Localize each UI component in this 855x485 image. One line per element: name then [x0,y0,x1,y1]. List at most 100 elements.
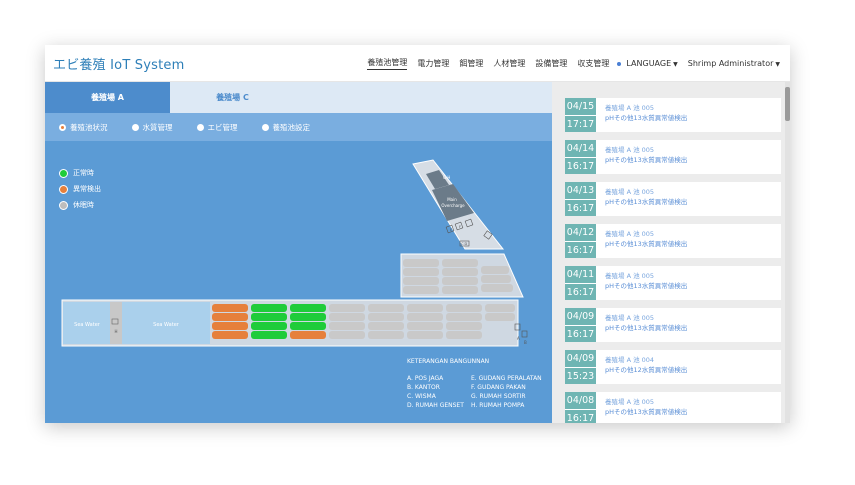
pond[interactable] [251,313,287,321]
alert-date: 04/13 [565,182,596,200]
map-label: B [524,340,527,345]
alert-message: pHその他13水質異常値検出 [605,282,688,290]
alert-card[interactable]: 04/08 16:17 養殖場 A 池 005 pHその他13水質異常値検出 [565,392,781,423]
pond[interactable] [212,313,248,321]
main-nav: 養殖池管理 電力管理 餌管理 人材管理 設備管理 収支管理 LANGUAGE ▼ … [357,57,780,70]
pond[interactable] [290,331,326,339]
alert-time: 16:17 [566,161,595,172]
alert-card[interactable]: 04/14 16:17 養殖場 A 池 005 pHその他13水質異常値検出 [565,140,781,174]
pond[interactable] [442,277,478,285]
app-title[interactable]: エビ養殖 IoT System [53,54,184,73]
alert-date: 04/09 [565,350,596,368]
pond[interactable] [329,304,365,312]
pond[interactable] [251,331,287,339]
alert-source: 養殖場 A 池 005 [605,314,655,322]
alert-feed-panel: 04/15 17:17 養殖場 A 池 005 pHその他13水質異常値検出 04/… [552,82,790,423]
pond[interactable] [403,277,439,285]
pond[interactable] [368,331,404,339]
alert-time: 16:17 [566,329,595,340]
alert-body: 養殖場 A 池 004 pHその他12水質異常値検出 [596,350,687,384]
pond[interactable] [329,322,365,330]
map-label: G H [443,175,450,180]
alert-timestamp: 04/14 16:17 [565,140,596,174]
map-label: E [450,228,452,232]
pond[interactable] [407,304,443,312]
pond[interactable] [442,268,478,276]
alert-time: 16:17 [566,245,595,256]
alert-body: 養殖場 A 池 005 pHその他13水質異常値検出 [596,224,687,258]
pond[interactable] [403,286,439,294]
alert-body: 養殖場 A 池 005 pHその他13水質異常値検出 [596,308,687,342]
alert-body: 養殖場 A 池 005 pHその他13水質異常値検出 [596,140,687,174]
alert-timestamp: 04/13 16:17 [565,182,596,216]
alert-time: 15:23 [566,371,595,382]
alert-card[interactable]: 04/12 16:17 養殖場 A 池 005 pHその他13水質異常値検出 [565,224,781,258]
alert-body: 養殖場 A 池 005 pHその他13水質異常値検出 [596,182,687,216]
pond[interactable] [212,322,248,330]
feed-scrollbar[interactable] [785,82,790,423]
pond[interactable] [251,304,287,312]
pump-house-label: H [114,329,117,334]
alert-card[interactable]: 04/09 16:17 養殖場 A 池 005 pHその他13水質異常値検出 [565,308,781,342]
main-overcharge-label: Overcharge [441,203,465,208]
building-legend-title: KETERANGAN BANGUNNAN [407,358,490,365]
language-dropdown[interactable]: LANGUAGE ▼ [626,59,677,68]
pond[interactable] [442,286,478,294]
building-item: C. WISMA [407,393,436,400]
pond[interactable] [329,331,365,339]
pond[interactable] [251,322,287,330]
chevron-down-icon: ▼ [775,61,780,68]
pond[interactable] [446,304,482,312]
feed-scrollbar-thumb[interactable] [785,87,790,121]
pond[interactable] [368,322,404,330]
alert-card[interactable]: 04/15 17:17 養殖場 A 池 005 pHその他13水質異常値検出 [565,98,781,132]
pond[interactable] [407,331,443,339]
pond[interactable] [403,259,439,267]
pond[interactable] [485,304,515,312]
pond[interactable] [329,313,365,321]
chevron-down-icon: ▼ [673,61,678,68]
pond[interactable] [403,268,439,276]
pond[interactable] [368,304,404,312]
pond[interactable] [212,331,248,339]
building-legend: KETERANGAN BANGUNNAN A. POS JAGA E. GUDA… [407,358,551,409]
app-window: エビ養殖 IoT System 養殖池管理 電力管理 餌管理 人材管理 設備管理… [45,45,790,423]
pond[interactable] [481,284,513,292]
alert-date: 04/08 [565,392,596,410]
alert-feed: 04/15 17:17 養殖場 A 池 005 pHその他13水質異常値検出 04/… [565,98,781,423]
alert-card[interactable]: 04/09 15:23 養殖場 A 池 004 pHその他12水質異常値検出 [565,350,781,384]
pond[interactable] [485,313,515,321]
nav-staff-management[interactable]: 人材管理 [493,58,525,69]
pond[interactable] [407,322,443,330]
alert-timestamp: 04/15 17:17 [565,98,596,132]
language-label: LANGUAGE [626,59,672,68]
alert-message: pHその他13水質異常値検出 [605,408,688,416]
pond[interactable] [481,266,509,274]
pond[interactable] [290,313,326,321]
alert-card[interactable]: 04/13 16:17 養殖場 A 池 005 pHその他13水質異常値検出 [565,182,781,216]
nav-finance-management[interactable]: 収支管理 [577,58,609,69]
map-label: C D [461,242,468,246]
alert-card[interactable]: 04/11 16:17 養殖場 A 池 005 pHその他13水質異常値検出 [565,266,781,300]
nav-equipment-management[interactable]: 設備管理 [535,58,567,69]
pond[interactable] [481,275,511,283]
pond[interactable] [446,322,482,330]
alert-body: 養殖場 A 池 005 pHその他13水質異常値検出 [596,98,687,132]
nav-feed-management[interactable]: 餌管理 [459,58,483,69]
pond[interactable] [368,313,404,321]
pond[interactable] [212,304,248,312]
pond[interactable] [446,313,482,321]
building-item: A. POS JAGA [407,375,444,382]
nav-power-management[interactable]: 電力管理 [417,58,449,69]
pond[interactable] [290,322,326,330]
pond[interactable] [407,313,443,321]
alert-body: 養殖場 A 池 005 pHその他13水質異常値検出 [596,266,687,300]
alert-time: 16:17 [566,287,595,298]
alert-date: 04/14 [565,140,596,158]
nav-pond-management[interactable]: 養殖池管理 [367,57,408,70]
pond[interactable] [446,331,482,339]
user-menu[interactable]: Shrimp Administrator ▼ [688,59,780,68]
pond[interactable] [442,259,478,267]
main-overcharge-label: Main [447,197,457,202]
pond[interactable] [290,304,326,312]
